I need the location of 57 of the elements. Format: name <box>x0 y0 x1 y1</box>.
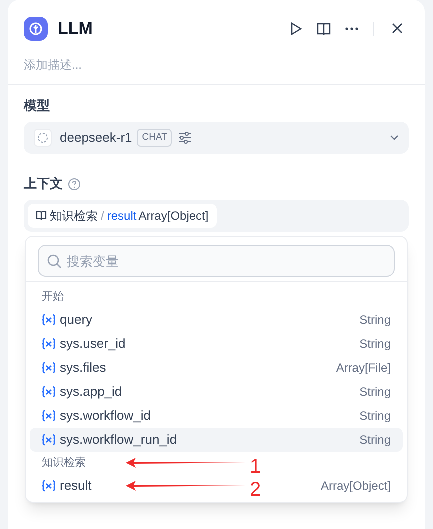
description-field[interactable]: 添加描述... <box>24 56 409 74</box>
variable-type: String <box>360 336 391 353</box>
variable-icon <box>42 434 56 446</box>
model-name: deepseek-r1 <box>60 129 132 148</box>
model-icon <box>34 129 52 147</box>
variable-icon <box>42 338 56 350</box>
variable-name: sys.app_id <box>60 383 122 402</box>
path-separator: / <box>101 208 104 225</box>
variable-type: String <box>360 312 391 329</box>
source-node-name: 知识检索 <box>50 208 98 225</box>
node-icon <box>24 16 48 40</box>
variable-name: sys.workflow_run_id <box>60 431 178 450</box>
book-icon <box>36 211 47 221</box>
variable-option[interactable]: sys.files Array[File] <box>30 356 403 380</box>
variable-type: String <box>360 384 391 401</box>
section-label: 上下文 <box>24 175 63 194</box>
variable-option[interactable]: query String <box>30 308 403 332</box>
more-icon[interactable] <box>345 26 359 30</box>
variable-icon <box>42 314 56 326</box>
variable-name: sys.files <box>60 359 106 378</box>
variable-name: query <box>60 311 93 330</box>
annotation-number: 1 <box>250 457 262 477</box>
section-label: 模型 <box>24 97 51 115</box>
variable-name: result <box>107 208 137 225</box>
variable-option[interactable]: sys.app_id String <box>30 380 403 404</box>
help-icon[interactable] <box>68 178 81 190</box>
variable-icon <box>42 386 56 398</box>
run-icon[interactable] <box>289 22 303 36</box>
model-mode-tag: CHAT <box>137 128 172 148</box>
variable-type: Array[File] <box>336 360 391 377</box>
annotation-number: 2 <box>250 480 262 500</box>
variable-name: sys.user_id <box>60 335 126 354</box>
search-field[interactable]: 搜索变量 <box>38 245 395 277</box>
variable-icon <box>42 362 56 374</box>
variable-type: String <box>360 432 391 449</box>
variable-name: result <box>60 477 92 496</box>
variable-name: sys.workflow_id <box>60 407 152 426</box>
variable-icon <box>42 410 56 422</box>
model-select[interactable]: deepseek-r1 CHAT <box>24 122 409 154</box>
search-icon <box>47 254 62 269</box>
group-title: 知识检索 <box>42 456 86 471</box>
close-icon[interactable] <box>392 23 403 34</box>
variable-type: String <box>360 408 391 425</box>
variable-type: Array[Object] <box>320 478 391 495</box>
chevron-down-icon <box>390 135 399 141</box>
variable-option[interactable]: sys.workflow_id String <box>30 404 403 428</box>
panel-title: LLM <box>58 18 93 40</box>
book-icon[interactable] <box>317 22 331 36</box>
sliders-icon[interactable] <box>178 132 192 144</box>
group-title: 开始 <box>42 290 64 305</box>
variable-option[interactable]: sys.workflow_run_id String <box>30 428 403 452</box>
variable-icon <box>42 480 56 492</box>
variable-option[interactable]: sys.user_id String <box>30 332 403 356</box>
context-field[interactable]: 知识检索 / result Array[Object] <box>24 200 409 232</box>
variable-option[interactable]: result 2 Array[Object] <box>30 474 403 498</box>
variable-type: Array[Object] <box>138 208 209 225</box>
variable-tag[interactable]: 知识检索 / result Array[Object] <box>28 204 217 228</box>
